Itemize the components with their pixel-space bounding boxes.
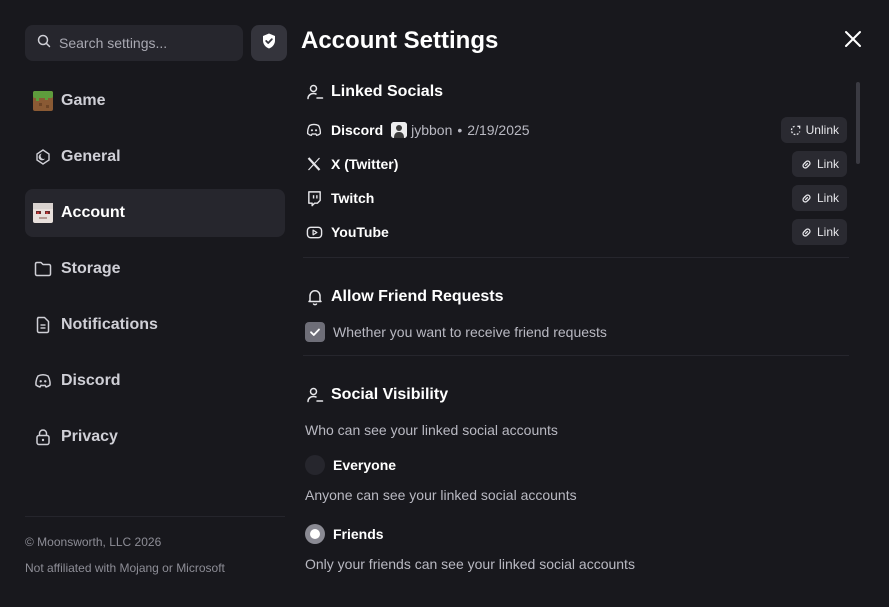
friend-requests-checkbox[interactable]: [305, 322, 325, 342]
sidebar-item-label: Game: [61, 92, 106, 109]
option-description: Only your friends can see your linked so…: [305, 556, 635, 572]
sidebar-item-privacy[interactable]: Privacy: [25, 413, 285, 461]
scrollbar-thumb[interactable]: [856, 82, 860, 164]
main-content: Account Settings Linked Socials Discord …: [301, 0, 889, 607]
sidebar-item-game[interactable]: Game: [25, 77, 285, 125]
grass-block-icon: [33, 91, 53, 111]
security-button[interactable]: [251, 25, 287, 61]
sidebar-nav: Game General Account Storage Notificatio…: [25, 77, 285, 469]
page-title: Account Settings: [301, 27, 499, 54]
sidebar-item-label: Notifications: [61, 316, 158, 333]
social-name: Twitch: [331, 190, 375, 206]
moon-icon: [33, 147, 53, 167]
search-icon: [37, 34, 51, 53]
radio-button[interactable]: [305, 524, 325, 544]
unlink-discord-button[interactable]: Unlink: [780, 117, 847, 143]
linked-account-info: jybbon • 2/19/2025: [391, 122, 530, 138]
button-label: Link: [816, 225, 839, 239]
sidebar-item-label: Discord: [61, 372, 121, 389]
user-avatar-icon: [33, 203, 53, 223]
sidebar-item-label: Account: [61, 204, 125, 221]
link-icon: [800, 226, 813, 239]
sidebar-item-account[interactable]: Account: [25, 189, 285, 237]
close-button[interactable]: [841, 29, 865, 53]
sidebar-item-label: General: [61, 148, 121, 165]
link-icon: [800, 158, 813, 171]
youtube-icon: [305, 223, 323, 241]
separator-dot: •: [457, 122, 463, 138]
unlink-icon: [789, 124, 802, 137]
user-link-icon: [305, 82, 325, 102]
folder-icon: [33, 259, 53, 279]
x-icon: [305, 155, 323, 173]
lock-icon: [33, 427, 53, 447]
shield-check-icon: [260, 32, 278, 55]
search-input[interactable]: [59, 35, 229, 51]
friend-requests-option[interactable]: Whether you want to receive friend reque…: [305, 322, 607, 342]
social-row-youtube: YouTube Link: [305, 219, 847, 245]
sidebar-item-general[interactable]: General: [25, 133, 285, 181]
user-link-icon: [305, 385, 325, 405]
document-icon: [33, 315, 53, 335]
button-label: Unlink: [805, 123, 839, 137]
radio-option-everyone[interactable]: Everyone: [305, 455, 396, 475]
sidebar-item-storage[interactable]: Storage: [25, 245, 285, 293]
social-name: YouTube: [331, 224, 389, 240]
link-twitch-button[interactable]: Link: [791, 185, 847, 211]
linked-socials-heading: Linked Socials: [305, 82, 443, 102]
section-title-text: Linked Socials: [331, 83, 444, 100]
social-name: Discord: [331, 122, 384, 138]
button-label: Link: [816, 191, 839, 205]
bell-icon: [305, 287, 325, 307]
sidebar-item-discord[interactable]: Discord: [25, 357, 285, 405]
social-row-discord: Discord jybbon • 2/19/2025 Unlink: [305, 117, 847, 143]
visibility-description: Who can see your linked social accounts: [305, 422, 558, 438]
social-row-twitch: Twitch Link: [305, 185, 847, 211]
link-twitter-button[interactable]: Link: [791, 151, 847, 177]
linked-username: jybbon: [411, 122, 453, 138]
section-title-text: Allow Friend Requests: [331, 288, 504, 305]
linked-date: 2/19/2025: [467, 122, 530, 138]
sidebar-item-notifications[interactable]: Notifications: [25, 301, 285, 349]
sidebar: Game General Account Storage Notificatio…: [0, 0, 300, 607]
link-youtube-button[interactable]: Link: [791, 219, 847, 245]
discord-icon: [33, 371, 53, 391]
section-divider: [303, 257, 849, 258]
sidebar-item-label: Storage: [61, 260, 121, 277]
section-title-text: Social Visibility: [331, 386, 449, 403]
sidebar-divider: [25, 516, 285, 517]
sidebar-item-label: Privacy: [61, 428, 118, 445]
radio-button[interactable]: [305, 455, 325, 475]
close-icon: [844, 30, 862, 53]
radio-option-friends[interactable]: Friends: [305, 524, 384, 544]
checkmark-icon: [310, 328, 320, 336]
copyright-text: © Moonsworth, LLC 2026: [25, 535, 162, 549]
radio-label: Everyone: [333, 457, 397, 473]
social-name: X (Twitter): [331, 156, 399, 172]
checkbox-label: Whether you want to receive friend reque…: [333, 324, 607, 340]
button-label: Link: [816, 157, 839, 171]
search-box[interactable]: [25, 25, 243, 61]
social-row-twitter: X (Twitter) Link: [305, 151, 847, 177]
option-description: Anyone can see your linked social accoun…: [305, 487, 577, 503]
radio-label: Friends: [333, 526, 384, 542]
social-visibility-heading: Social Visibility: [305, 385, 448, 405]
discord-icon: [305, 121, 323, 139]
avatar: [391, 122, 408, 138]
link-icon: [800, 192, 813, 205]
twitch-icon: [305, 189, 323, 207]
friend-requests-heading: Allow Friend Requests: [305, 287, 503, 307]
disclaimer-text: Not affiliated with Mojang or Microsoft: [25, 561, 225, 575]
section-divider: [303, 355, 849, 356]
